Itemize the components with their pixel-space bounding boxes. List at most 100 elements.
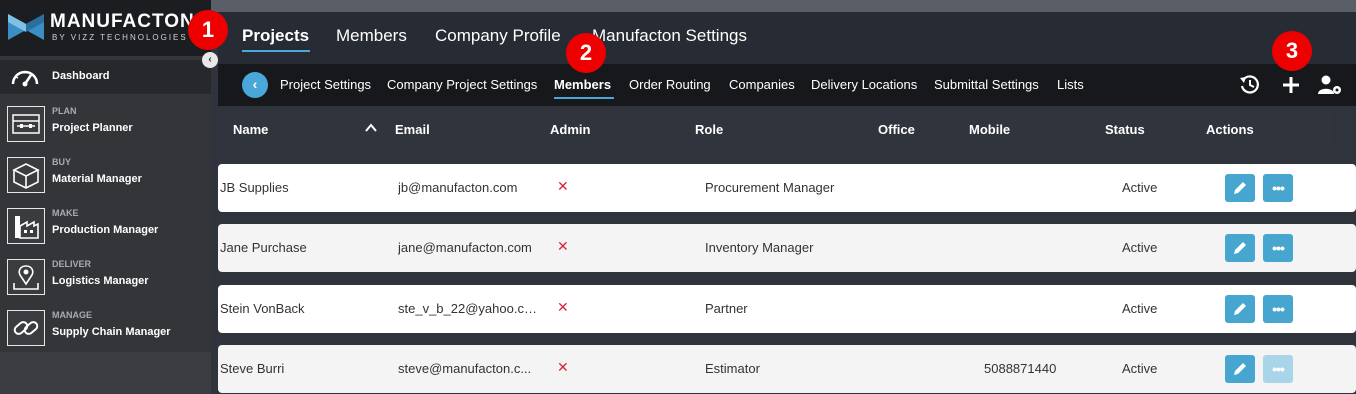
- subtab-submittal-settings[interactable]: Submittal Settings: [934, 77, 1039, 92]
- admin-no-icon: ✕: [557, 238, 569, 254]
- sidebar-item-label: Dashboard: [52, 70, 110, 82]
- tab-manufacton-settings[interactable]: Manufacton Settings: [592, 26, 747, 46]
- pencil-icon: [1234, 242, 1246, 254]
- subtab-members[interactable]: Members: [554, 77, 611, 92]
- subtab-order-routing[interactable]: Order Routing: [629, 77, 711, 92]
- chain-link-icon: [7, 310, 45, 346]
- brand-logo[interactable]: MANUFACTON BY VIZZ TECHNOLOGIES: [0, 0, 211, 56]
- ellipsis-icon: •••: [1272, 301, 1285, 317]
- sidebar-item-supply-chain-manager[interactable]: MANAGE Supply Chain Manager: [0, 304, 211, 352]
- gauge-icon: [11, 70, 39, 87]
- sidebar-item-logistics-manager[interactable]: DELIVER Logistics Manager: [0, 253, 211, 301]
- sidebar: MANUFACTON BY VIZZ TECHNOLOGIES Dashboar…: [0, 0, 211, 394]
- member-role: Inventory Manager: [705, 240, 814, 255]
- pencil-icon: [1234, 182, 1246, 194]
- subtab-company-project-settings[interactable]: Company Project Settings: [387, 77, 537, 92]
- column-header-office[interactable]: Office: [878, 122, 915, 137]
- brand-name: MANUFACTON: [50, 11, 195, 32]
- member-status: Active: [1122, 361, 1158, 376]
- column-header-email[interactable]: Email: [395, 122, 430, 137]
- member-status: Active: [1122, 240, 1158, 255]
- sidebar-section-label: MANAGE: [52, 310, 92, 320]
- member-status: Active: [1122, 180, 1158, 195]
- active-subtab-indicator: [554, 97, 614, 99]
- ellipsis-icon: •••: [1272, 180, 1285, 196]
- sidebar-item-dashboard[interactable]: Dashboard: [0, 60, 211, 94]
- column-header-status[interactable]: Status: [1105, 122, 1145, 137]
- subtab-lists[interactable]: Lists: [1057, 77, 1084, 92]
- sidebar-section-label: BUY: [52, 157, 72, 167]
- edit-button[interactable]: [1225, 295, 1255, 323]
- member-name: Jane Purchase: [220, 240, 307, 255]
- member-name: Steve Burri: [220, 361, 285, 376]
- column-header-role[interactable]: Role: [695, 122, 723, 137]
- member-email: ste_v_b_22@yahoo.co...: [398, 301, 540, 316]
- table-row[interactable]: Steve Burri steve@manufacton.c... ✕ Esti…: [218, 345, 1356, 393]
- member-role: Procurement Manager: [705, 180, 835, 195]
- member-name: JB Supplies: [220, 180, 289, 195]
- planner-icon: [7, 106, 45, 142]
- sidebar-item-production-manager[interactable]: MAKE Production Manager: [0, 202, 211, 250]
- sidebar-item-material-manager[interactable]: BUY Material Manager: [0, 151, 211, 199]
- column-header-actions: Actions: [1206, 122, 1254, 137]
- sidebar-item-label: Supply Chain Manager: [52, 326, 171, 338]
- sort-ascending-icon[interactable]: [364, 122, 378, 134]
- member-role: Estimator: [705, 361, 760, 376]
- sidebar-section-label: PLAN: [52, 106, 77, 116]
- member-email: jb@manufacton.com: [398, 180, 518, 195]
- more-options-button[interactable]: •••: [1263, 295, 1293, 323]
- subtab-delivery-locations[interactable]: Delivery Locations: [811, 77, 917, 92]
- more-options-button[interactable]: •••: [1263, 174, 1293, 202]
- history-icon[interactable]: [1238, 74, 1262, 96]
- sidebar-section-label: MAKE: [52, 208, 79, 218]
- tab-company-profile[interactable]: Company Profile: [435, 26, 561, 46]
- admin-no-icon: ✕: [557, 359, 569, 375]
- sidebar-collapse-toggle[interactable]: ‹: [202, 52, 218, 68]
- active-tab-indicator: [242, 50, 310, 52]
- sidebar-section-label: DELIVER: [52, 259, 92, 269]
- sidebar-item-label: Material Manager: [52, 173, 142, 185]
- factory-icon: [7, 208, 45, 244]
- member-role: Partner: [705, 301, 748, 316]
- more-options-button[interactable]: •••: [1263, 234, 1293, 262]
- tab-projects[interactable]: Projects: [242, 26, 309, 46]
- back-button[interactable]: ‹: [242, 72, 268, 98]
- more-options-button: •••: [1263, 355, 1293, 383]
- member-email: jane@manufacton.com: [398, 240, 532, 255]
- settings-subnav: ‹ Project Settings Company Project Setti…: [218, 64, 1356, 106]
- user-settings-icon[interactable]: [1317, 74, 1343, 96]
- sidebar-footer: [0, 352, 211, 394]
- callout-badge: 2: [566, 33, 606, 73]
- edit-button[interactable]: [1225, 355, 1255, 383]
- admin-no-icon: ✕: [557, 299, 569, 315]
- table-row[interactable]: Jane Purchase jane@manufacton.com ✕ Inve…: [218, 224, 1356, 272]
- member-email: steve@manufacton.c...: [398, 361, 532, 376]
- manufacton-logo-icon: [8, 14, 44, 40]
- subtab-companies[interactable]: Companies: [729, 77, 795, 92]
- map-pin-icon: [7, 259, 45, 295]
- app-window: MANUFACTON BY VIZZ TECHNOLOGIES Dashboar…: [0, 0, 1356, 394]
- member-status: Active: [1122, 301, 1158, 316]
- table-row[interactable]: Stein VonBack ste_v_b_22@yahoo.co... ✕ P…: [218, 285, 1356, 333]
- table-row[interactable]: JB Supplies jb@manufacton.com ✕ Procurem…: [218, 164, 1356, 212]
- column-header-mobile[interactable]: Mobile: [969, 122, 1010, 137]
- edit-button[interactable]: [1225, 234, 1255, 262]
- admin-no-icon: ✕: [557, 178, 569, 194]
- sidebar-item-label: Production Manager: [52, 224, 159, 236]
- box-icon: [7, 157, 45, 193]
- ellipsis-icon: •••: [1272, 361, 1285, 377]
- column-header-admin[interactable]: Admin: [550, 122, 590, 137]
- sidebar-item-project-planner[interactable]: PLAN Project Planner: [0, 100, 211, 148]
- tab-members[interactable]: Members: [336, 26, 407, 46]
- sidebar-item-label: Project Planner: [52, 122, 133, 134]
- subtab-project-settings[interactable]: Project Settings: [280, 77, 371, 92]
- edit-button[interactable]: [1225, 174, 1255, 202]
- pencil-icon: [1234, 363, 1246, 375]
- pencil-icon: [1234, 303, 1246, 315]
- callout-badge: 1: [188, 10, 228, 50]
- top-nav: Projects Members Company Profile Manufac…: [218, 12, 1356, 64]
- column-header-name[interactable]: Name: [233, 122, 268, 137]
- add-icon[interactable]: [1279, 74, 1303, 96]
- sidebar-item-label: Logistics Manager: [52, 275, 149, 287]
- brand-tagline: BY VIZZ TECHNOLOGIES: [52, 33, 188, 42]
